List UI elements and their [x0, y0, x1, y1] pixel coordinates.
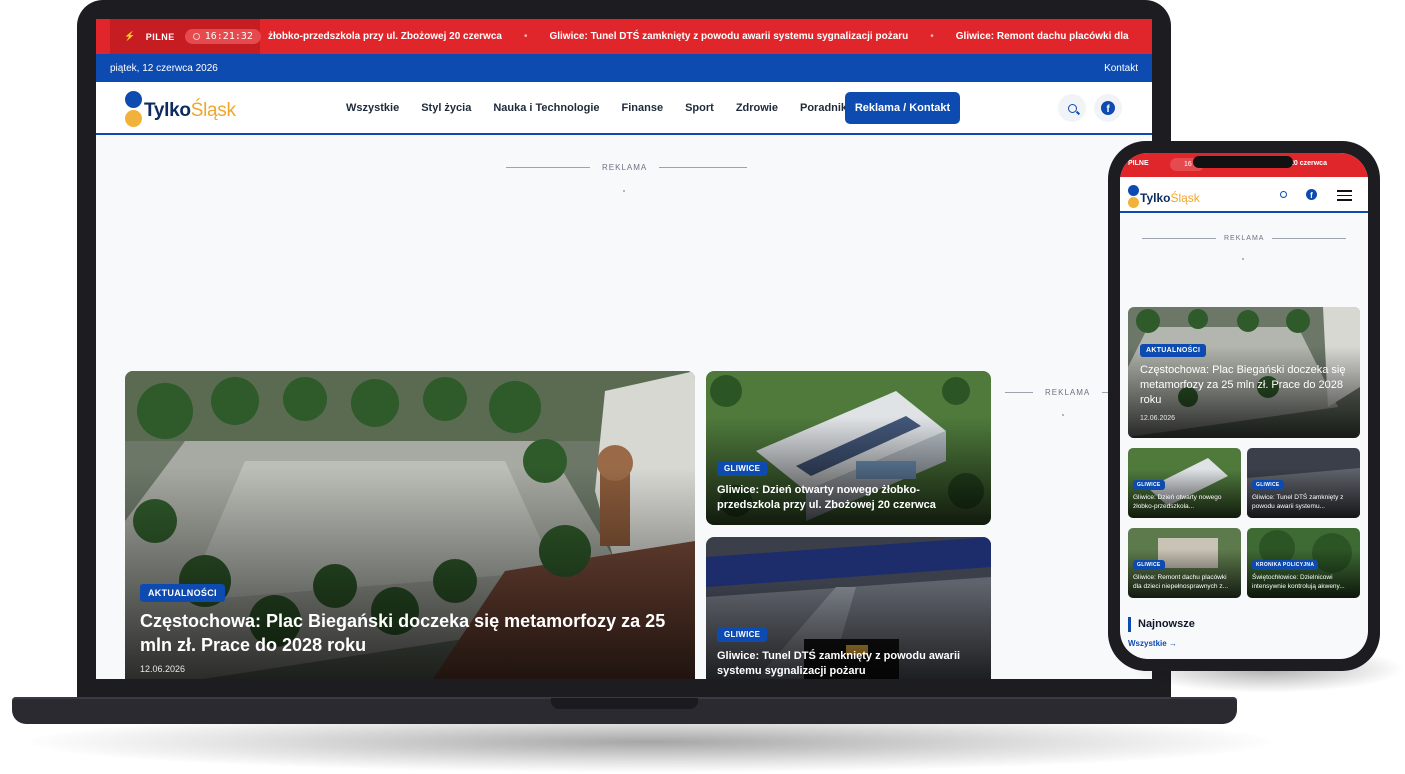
ad-label: REKLAMA [602, 163, 648, 172]
article-date: 12.06.2026 [1140, 415, 1176, 422]
clock-time: 16:21:32 [204, 31, 253, 42]
article-title[interactable]: Świętochłowice: Dzielnicowi intensywnie … [1252, 573, 1356, 591]
category-tag[interactable]: GLIWICE [717, 627, 768, 642]
breaking-news-ticker: ⚡ PILNE 16:21:32 żłobko-przedszkola przy… [96, 19, 1152, 54]
ticker-separator: • [523, 31, 528, 42]
date-bar: piątek, 12 czerwca 2026 Kontakt [96, 54, 1152, 82]
nav-link-nauka[interactable]: Nauka i Technologie [493, 102, 599, 114]
facebook-icon[interactable]: f [1306, 189, 1317, 200]
mobile-grid-card[interactable]: GLIWICE Gliwice: Dzień otwarty nowego żł… [1128, 448, 1241, 518]
mobile-ticker-flag: PILNE [1128, 160, 1149, 167]
ad-label: REKLAMA [1045, 388, 1091, 397]
section-accent-bar [1128, 617, 1131, 632]
side-article-card[interactable]: GLIWICE Gliwice: Dzień otwarty nowego żł… [706, 371, 991, 525]
featured-article-card[interactable]: AKTUALNOŚCI Częstochowa: Plac Biegański … [125, 371, 695, 679]
ad-loader-dot [623, 190, 625, 192]
contact-link[interactable]: Kontakt [1104, 63, 1138, 74]
ticker-items: żłobko-przedszkola przy ul. Zbożowej 20 … [268, 19, 1129, 54]
search-icon[interactable] [1280, 191, 1287, 198]
ad-label: REKLAMA [1224, 235, 1265, 242]
category-tag[interactable]: KRONIKA POLICYJNA [1252, 560, 1319, 570]
ticker-item[interactable]: Gliwice: Tunel DTŚ zamknięty z powodu aw… [549, 31, 908, 42]
main-navbar: TylkoŚląsk Wszystkie Styl życia Nauka i … [96, 82, 1152, 135]
bolt-icon: ⚡ [124, 31, 136, 41]
article-title[interactable]: Gliwice: Tunel DTŚ zamknięty z powodu aw… [717, 649, 977, 679]
category-tag[interactable]: GLIWICE [1252, 480, 1284, 490]
ticker-label: ⚡ PILNE 16:21:32 [110, 19, 261, 54]
mobile-grid-card[interactable]: GLIWICE Gliwice: Tunel DTŚ zamknięty z p… [1247, 448, 1360, 518]
site-logo[interactable]: TylkoŚląsk [124, 90, 244, 128]
article-title[interactable]: Gliwice: Dzień otwarty nowego żłobko-prz… [717, 483, 977, 513]
ad-loader-dot [1242, 258, 1244, 260]
clock-icon [192, 33, 200, 40]
logo-yellow-dot [125, 110, 142, 127]
current-date: piątek, 12 czerwca 2026 [110, 62, 218, 74]
see-all-link[interactable]: Wszystkie → [1128, 639, 1177, 648]
category-tag[interactable]: AKTUALNOŚCI [140, 584, 225, 602]
section-title: Najnowsze [1138, 618, 1195, 630]
side-article-card[interactable]: GLIWICE Gliwice: Tunel DTŚ zamknięty z p… [706, 537, 991, 679]
mobile-grid-card[interactable]: KRONIKA POLICYJNA Świętochłowice: Dzieln… [1247, 528, 1360, 598]
category-tag[interactable]: GLIWICE [1133, 480, 1165, 490]
nav-link-styl-zycia[interactable]: Styl życia [421, 102, 471, 114]
search-icon [1067, 103, 1077, 113]
mobile-ad-slot: REKLAMA [1142, 235, 1347, 242]
search-button[interactable] [1058, 94, 1086, 122]
nav-link-poradniki[interactable]: Poradniki [800, 102, 850, 114]
nav-link-finanse[interactable]: Finanse [622, 102, 664, 114]
article-title[interactable]: Częstochowa: Plac Biegański doczeka się … [140, 609, 670, 657]
mobile-grid-card[interactable]: GLIWICE Gliwice: Remont dachu placówki d… [1128, 528, 1241, 598]
nav-link-sport[interactable]: Sport [685, 102, 714, 114]
ticker-item[interactable]: żłobko-przedszkola przy ul. Zbożowej 20 … [268, 31, 502, 42]
laptop-hinge-notch [551, 698, 698, 709]
logo-text: TylkoŚląsk [144, 100, 236, 121]
ad-slot-top: REKLAMA [506, 163, 748, 172]
ticker-separator: • [930, 31, 934, 42]
logo-blue-dot [125, 91, 142, 108]
article-title[interactable]: Gliwice: Remont dachu placówki dla dziec… [1133, 573, 1237, 591]
mobile-featured-card[interactable]: AKTUALNOŚCI Częstochowa: Plac Biegański … [1128, 307, 1360, 438]
laptop-screen: ⚡ PILNE 16:21:32 żłobko-przedszkola przy… [96, 19, 1152, 679]
article-title[interactable]: Gliwice: Dzień otwarty nowego żłobko-prz… [1133, 493, 1237, 511]
mobile-ticker-item[interactable]: 20 czerwca [1290, 160, 1327, 167]
ticker-flag: PILNE [145, 31, 175, 42]
hamburger-menu-icon[interactable] [1337, 190, 1352, 201]
ticker-item[interactable]: Gliwice: Remont dachu placówki dla [956, 31, 1129, 42]
nav-link-wszystkie[interactable]: Wszystkie [346, 102, 399, 114]
mockup-stage: ⚡ PILNE 16:21:32 żłobko-przedszkola przy… [0, 0, 1405, 774]
article-date: 12.06.2026 [140, 664, 186, 674]
phone-notch [1193, 156, 1293, 168]
facebook-icon: f [1101, 101, 1115, 115]
advertise-contact-button[interactable]: Reklama / Kontakt [845, 92, 960, 124]
category-tag[interactable]: GLIWICE [717, 461, 768, 476]
facebook-button[interactable]: f [1094, 94, 1122, 122]
category-tag[interactable]: GLIWICE [1133, 560, 1165, 570]
article-title[interactable]: Gliwice: Tunel DTŚ zamknięty z powodu aw… [1252, 493, 1356, 511]
mobile-navbar: TylkoŚląsk f [1120, 177, 1368, 213]
phone-screen: PILNE 16 20 czerwca TylkoŚląsk f REKLAMA [1120, 153, 1368, 659]
ad-loader-dot [1062, 414, 1064, 416]
nav-links: Wszystkie Styl życia Nauka i Technologie… [346, 82, 850, 133]
article-title[interactable]: Częstochowa: Plac Biegański doczeka się … [1140, 363, 1352, 408]
nav-link-zdrowie[interactable]: Zdrowie [736, 102, 778, 114]
category-tag[interactable]: AKTUALNOŚCI [1140, 344, 1207, 357]
ticker-clock: 16:21:32 [184, 29, 261, 44]
